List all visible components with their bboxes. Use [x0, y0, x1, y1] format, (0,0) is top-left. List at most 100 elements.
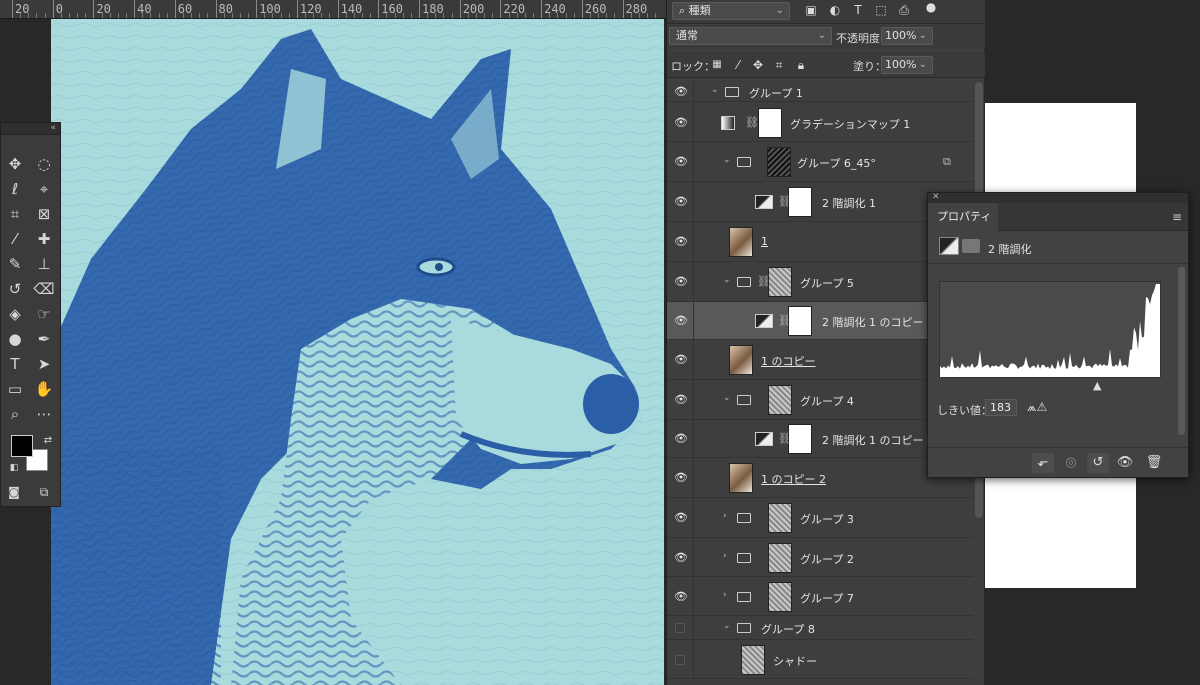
healing-brush-tool-icon[interactable]: ✚	[33, 228, 55, 250]
marquee-tool-icon[interactable]: ◌	[33, 153, 55, 175]
eye-icon[interactable]: 👁︎	[674, 85, 688, 99]
visibility-empty-box[interactable]	[675, 623, 685, 633]
link-icon[interactable]: ⛓	[745, 116, 759, 129]
hand-tool-icon[interactable]: ✋	[33, 378, 55, 400]
layer-name[interactable]: グループ 3	[800, 511, 854, 527]
layer-mask-thumbnail[interactable]	[768, 581, 792, 612]
eye-icon[interactable]: 👁︎	[674, 116, 688, 130]
layer-name[interactable]: 2 階調化 1 のコピー	[822, 314, 924, 330]
eye-icon[interactable]: 👁︎	[674, 195, 688, 209]
screen-mode-icon[interactable]: ⧉	[33, 481, 55, 503]
layer-name[interactable]: グループ 5	[800, 275, 854, 291]
reset-icon[interactable]: ↺	[1087, 453, 1109, 473]
layer-mask-thumbnail[interactable]	[768, 267, 792, 297]
histogram-warning-icon[interactable]: ⩕⚠	[1027, 400, 1047, 415]
lock-move-icon[interactable]: ✥	[751, 58, 765, 72]
tools-panel-collapse[interactable]: «	[1, 123, 60, 135]
default-colors-icon[interactable]: ◧	[3, 457, 25, 479]
tab-properties[interactable]: プロパティ	[928, 203, 998, 231]
lock-brush-icon[interactable]: ⁄	[731, 58, 745, 72]
layer-row[interactable]: 👁︎ › グループ 3	[667, 498, 973, 538]
pen-tool-icon[interactable]: ✒	[33, 328, 55, 350]
layer-row[interactable]: ⌄ グループ 8	[667, 616, 973, 640]
chevron-down-icon[interactable]: ⌄	[723, 155, 731, 165]
layer-name[interactable]: 1 のコピー	[761, 353, 816, 369]
layer-name[interactable]: グループ 2	[800, 551, 854, 567]
eye-icon[interactable]: 👁︎	[674, 275, 688, 289]
history-brush-tool-icon[interactable]: ↺	[4, 278, 26, 300]
opacity-field[interactable]: 100% ⌄	[881, 27, 933, 45]
eye-icon[interactable]: 👁︎	[674, 432, 688, 446]
visibility-icon[interactable]: 👁︎	[1114, 453, 1136, 473]
shape-filter-icon[interactable]: ⬚	[874, 3, 888, 17]
paint-bucket-tool-icon[interactable]: ◈	[4, 303, 26, 325]
eye-icon[interactable]: 👁︎	[674, 590, 688, 604]
threshold-value-field[interactable]: 183	[985, 399, 1017, 416]
layer-name[interactable]: グループ 6_45°	[797, 155, 876, 171]
blend-mode-select[interactable]: 通常 ⌄	[669, 27, 832, 45]
layer-row[interactable]: 👁︎ ⛓ グラデーションマップ 1	[667, 103, 973, 142]
layer-row[interactable]: 👁︎ ⌄ グループ 6_45° ⧉	[667, 142, 973, 182]
properties-scrollbar[interactable]	[1178, 267, 1185, 435]
fill-field[interactable]: 100% ⌄	[881, 56, 933, 74]
layer-row[interactable]: 👁︎ › グループ 2	[667, 538, 973, 577]
chevron-down-icon[interactable]: ⌄	[723, 621, 731, 631]
layer-mask-thumbnail[interactable]	[768, 503, 792, 533]
layer-name[interactable]: 2 階調化 1	[822, 195, 876, 211]
smudge-tool-icon[interactable]: ☞	[33, 303, 55, 325]
chevron-down-icon[interactable]: ⌄	[723, 275, 731, 285]
type-tool-icon[interactable]: T	[4, 353, 26, 375]
crop-tool-icon[interactable]: ⌗	[4, 203, 26, 225]
mask-icon[interactable]	[962, 239, 980, 253]
lock-pixels-icon[interactable]: ▦	[710, 58, 724, 72]
properties-close-icon[interactable]: ✕	[928, 193, 1188, 203]
layer-mask-thumbnail[interactable]	[768, 385, 792, 415]
layer-thumbnail[interactable]	[729, 227, 753, 257]
threshold-slider-handle[interactable]: ▲	[1093, 379, 1101, 392]
layer-name[interactable]: 2 階調化 1 のコピー 2	[822, 432, 934, 448]
visibility-empty-box[interactable]	[675, 655, 685, 665]
layer-mask-thumbnail[interactable]	[788, 424, 812, 454]
eye-icon[interactable]: 👁︎	[674, 155, 688, 169]
dodge-tool-icon[interactable]: ●	[4, 328, 26, 350]
layer-name[interactable]: グループ 1	[749, 85, 803, 101]
move-tool-icon[interactable]: ✥	[4, 153, 26, 175]
eye-icon[interactable]: 👁︎	[674, 551, 688, 565]
layer-name[interactable]: 1 のコピー 2	[761, 471, 826, 487]
chevron-down-icon[interactable]: ⌄	[711, 85, 719, 95]
layer-name[interactable]: シャドー	[773, 653, 817, 669]
layer-row[interactable]: 👁︎ ⌄ グループ 1	[667, 82, 973, 102]
eye-icon[interactable]: 👁︎	[674, 511, 688, 525]
chevron-down-icon[interactable]: ⌄	[723, 393, 731, 403]
chevron-right-icon[interactable]: ›	[723, 590, 727, 600]
properties-panel[interactable]: ✕ プロパティ ≡ 2 階調化 ▲ しきい値： 183 ⩕⚠ ⬐ ◎ ↺ 👁︎ …	[927, 192, 1189, 478]
layer-row[interactable]: 👁︎ › グループ 7	[667, 577, 973, 616]
eye-icon[interactable]: 👁︎	[674, 471, 688, 485]
frame-tool-icon[interactable]: ⊠	[33, 203, 55, 225]
layer-thumbnail[interactable]	[729, 345, 753, 375]
brush-tool-icon[interactable]: ✎	[4, 253, 26, 275]
view-previous-icon[interactable]: ◎	[1060, 453, 1082, 473]
adjust-filter-icon[interactable]: ◐	[828, 3, 842, 17]
eye-icon[interactable]: 👁︎	[674, 314, 688, 328]
rectangle-tool-icon[interactable]: ▭	[4, 378, 26, 400]
layer-name[interactable]: グラデーションマップ 1	[790, 116, 910, 132]
eye-icon[interactable]: 👁︎	[674, 235, 688, 249]
layer-mask-thumbnail[interactable]	[767, 147, 791, 177]
smart-filter-icon[interactable]: ⎙	[897, 3, 911, 17]
horizontal-ruler[interactable]: 20 0 20 40 60 80 100 120 140 160 180 200 220 240 260 28…	[0, 0, 666, 19]
layer-row[interactable]: シャドー	[667, 641, 973, 679]
clip-to-layer-icon[interactable]: ⬐	[1032, 453, 1054, 473]
chevron-right-icon[interactable]: ›	[723, 511, 727, 521]
trash-icon[interactable]: 🗑︎	[1143, 453, 1165, 473]
layer-mask-thumbnail[interactable]	[788, 306, 812, 336]
lock-artboard-icon[interactable]: ⌗	[772, 58, 786, 72]
menu-icon[interactable]: ≡	[1172, 210, 1182, 224]
image-filter-icon[interactable]: ▣	[804, 3, 818, 17]
filter-kind-select[interactable]: ⌕ 種類 ⌄	[672, 2, 790, 20]
threshold-histogram[interactable]	[939, 281, 1161, 378]
eraser-tool-icon[interactable]: ⌫	[33, 278, 55, 300]
lock-all-icon[interactable]: 🔒︎	[794, 58, 808, 72]
layer-mask-thumbnail[interactable]	[758, 107, 782, 138]
layer-name[interactable]: グループ 8	[761, 621, 815, 637]
